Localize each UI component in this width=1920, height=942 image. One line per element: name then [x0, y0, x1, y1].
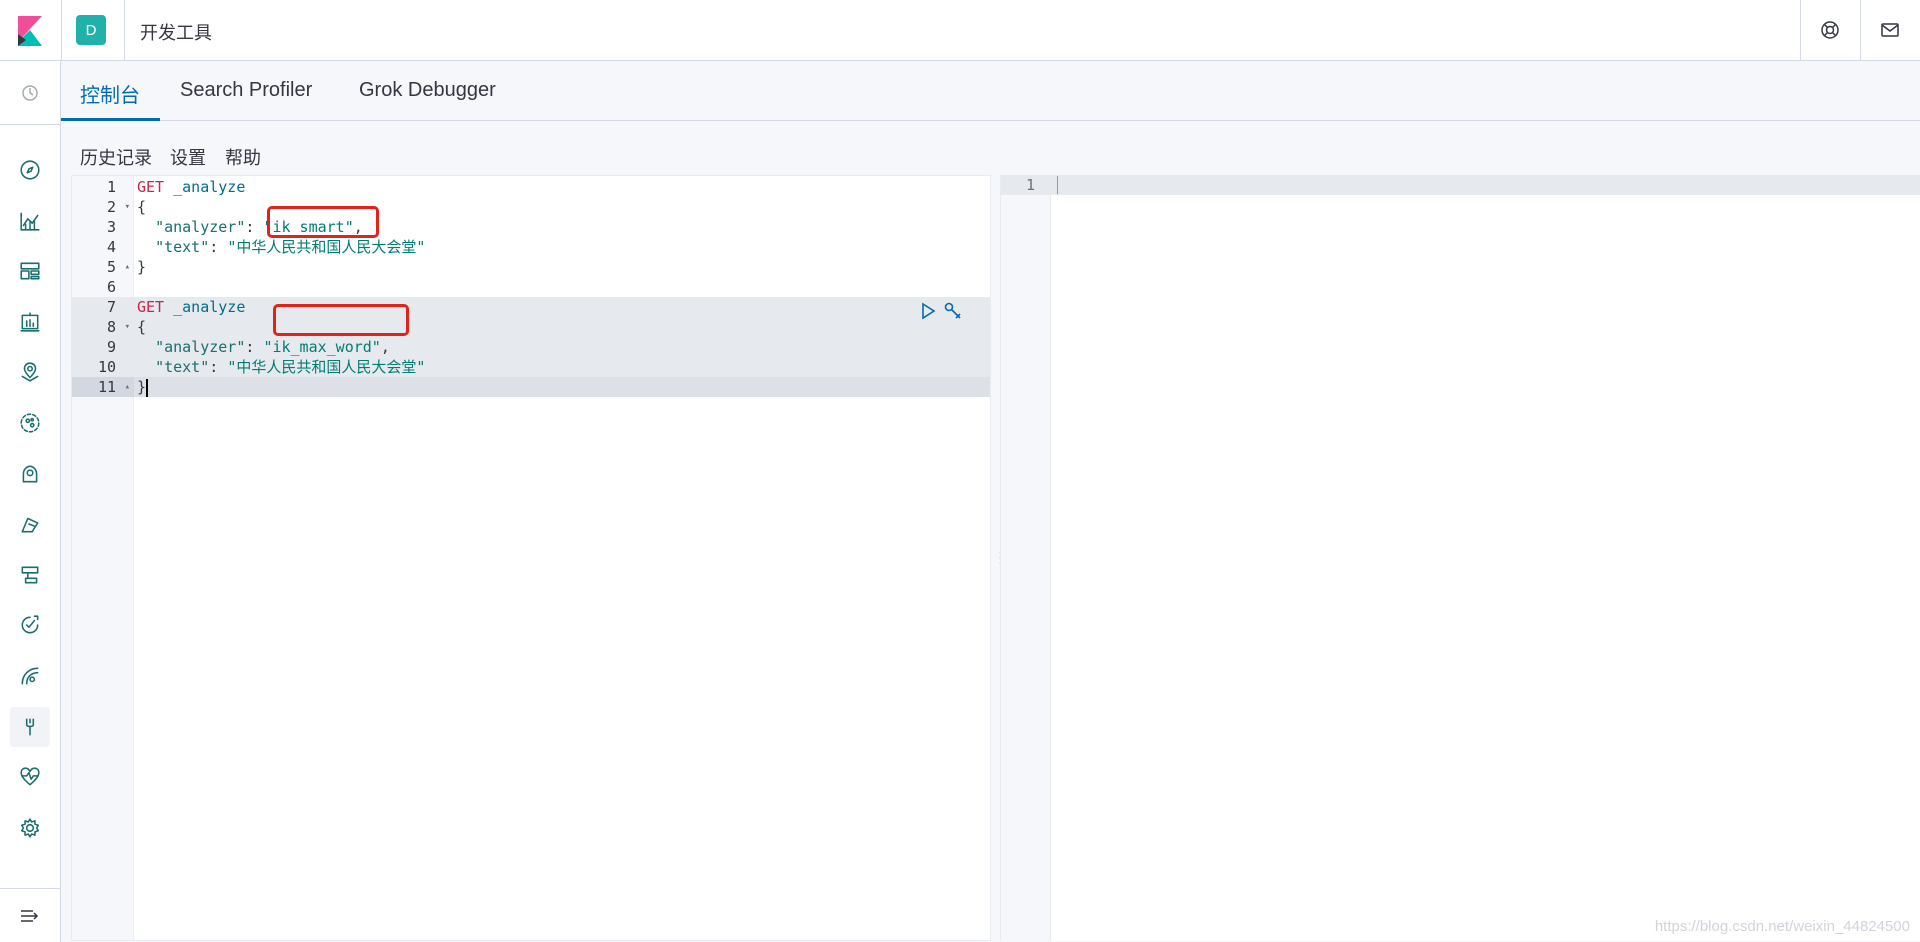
monitoring-icon [20, 767, 40, 786]
sidebar-item-management[interactable] [10, 808, 50, 848]
visualize-icon [20, 212, 40, 231]
line-number: 5 ▴ [106, 257, 130, 277]
code-line[interactable]: } [134, 257, 990, 277]
help-link[interactable]: 帮助 [225, 144, 261, 170]
code-line[interactable]: GET _analyze [134, 297, 990, 317]
line-number: 8 ▾ [72, 317, 134, 337]
help-icon[interactable] [1818, 18, 1842, 42]
highlight-box [267, 206, 379, 238]
header-divider [61, 0, 62, 61]
watermark: https://blog.csdn.net/weixin_44824500 [1654, 918, 1910, 935]
console-output-editor[interactable]: 1 https://blog.csdn.net/weixin_44824500 [1000, 175, 1920, 941]
header-divider [1800, 0, 1801, 61]
sidebar-item-ml[interactable] [10, 403, 50, 443]
sidebar-item-visualize[interactable] [10, 201, 50, 241]
collapse-menu-icon [21, 909, 39, 922]
settings-link[interactable]: 设置 [170, 144, 206, 170]
collapse-menu-button[interactable] [0, 888, 60, 942]
output-cursor [1057, 176, 1058, 194]
sidebar-item-monitoring[interactable] [10, 757, 50, 797]
dev-tools-main: 控制台 Search Profiler Grok Debugger 历史记录 设… [61, 61, 1920, 942]
line-number: 1 [106, 178, 116, 196]
code-line[interactable]: "analyzer": "ik_smart", [134, 217, 990, 237]
sidebar-item-infrastructure[interactable] [10, 454, 50, 494]
code-line[interactable]: "text": "中华人民共和国人民大会堂" [134, 237, 990, 257]
code-line[interactable]: "text": "中华人民共和国人民大会堂" [134, 357, 990, 377]
line-number: 11 ▴ [72, 377, 134, 397]
selected-tab-indicator [61, 118, 160, 121]
header-divider [124, 0, 125, 61]
fold-toggle-icon[interactable]: ▴ [125, 257, 130, 277]
console-input-editor[interactable]: 1 2 ▾ 3 4 5 ▴ 6 7 8 ▾ 9 10 11 ▴ GET _analyze{ "analyze… [71, 175, 991, 941]
sidebar-item-compass[interactable] [10, 150, 50, 190]
code-area[interactable]: GET _analyze{ "analyzer": "ik_smart", "t… [134, 176, 990, 940]
wrench-icon[interactable] [942, 300, 964, 322]
line-number: 9 [72, 337, 134, 357]
output-active-line [1051, 175, 1920, 195]
top-header: D 开发工具 [0, 0, 1920, 61]
space-avatar[interactable]: D [76, 15, 106, 45]
compass-icon [20, 160, 40, 180]
code-line[interactable]: "analyzer": "ik_max_word", [134, 337, 990, 357]
dashboard-icon [20, 262, 40, 280]
tab-grok-debugger[interactable]: Grok Debugger [359, 79, 496, 102]
code-line[interactable]: { [134, 317, 990, 337]
tab-console[interactable]: 控制台 [80, 79, 140, 108]
fold-toggle-icon[interactable]: ▾ [125, 317, 130, 337]
side-nav [0, 61, 61, 942]
sidebar-item-dashboard[interactable] [10, 251, 50, 291]
canvas-icon [20, 312, 40, 332]
code-line[interactable]: } [134, 377, 990, 397]
code-line[interactable] [134, 277, 990, 297]
tab-bar: 控制台 Search Profiler Grok Debugger [61, 61, 1920, 121]
output-line-number: 1 [1001, 175, 1051, 195]
play-icon[interactable] [917, 300, 939, 322]
code-line[interactable]: GET _analyze [134, 177, 990, 197]
mail-icon[interactable] [1878, 18, 1902, 42]
line-number: 7 [72, 297, 134, 317]
siem-icon [21, 667, 39, 685]
dev-tools-icon [25, 718, 35, 736]
sidebar-item-siem[interactable] [10, 656, 50, 696]
uptime-icon [21, 615, 39, 634]
breadcrumb-title: 开发工具 [140, 23, 212, 43]
line-number: 3 [106, 218, 116, 236]
code-line[interactable]: { [134, 197, 990, 217]
sidebar-item-maps[interactable] [10, 352, 50, 392]
apm-icon [21, 566, 39, 584]
header-divider [1860, 0, 1861, 61]
fold-toggle-icon[interactable]: ▾ [125, 197, 130, 217]
recently-viewed-button[interactable] [0, 61, 60, 125]
output-gutter [1001, 175, 1051, 941]
management-icon [20, 818, 40, 838]
sidebar-item-dev-tools[interactable] [10, 706, 50, 747]
kibana-logo[interactable] [12, 12, 48, 48]
line-number: 4 [106, 238, 116, 256]
fold-toggle-icon[interactable]: ▴ [125, 377, 130, 397]
clock-icon [22, 84, 38, 101]
line-number: 6 [106, 278, 116, 296]
sidebar-item-logs[interactable] [10, 504, 50, 544]
tab-search-profiler[interactable]: Search Profiler [180, 79, 312, 102]
sidebar-item-uptime[interactable] [10, 605, 50, 645]
line-number: 2 ▾ [106, 197, 130, 217]
maps-icon [21, 362, 39, 382]
highlight-box [273, 304, 409, 336]
infrastructure-icon [22, 465, 38, 483]
text-cursor [146, 378, 149, 397]
sidebar-item-canvas[interactable] [10, 302, 50, 342]
history-link[interactable]: 历史记录 [80, 144, 152, 170]
ml-icon [20, 413, 40, 433]
logs-icon [21, 517, 39, 533]
sidebar-item-apm[interactable] [10, 555, 50, 595]
line-number: 10 [72, 357, 134, 377]
